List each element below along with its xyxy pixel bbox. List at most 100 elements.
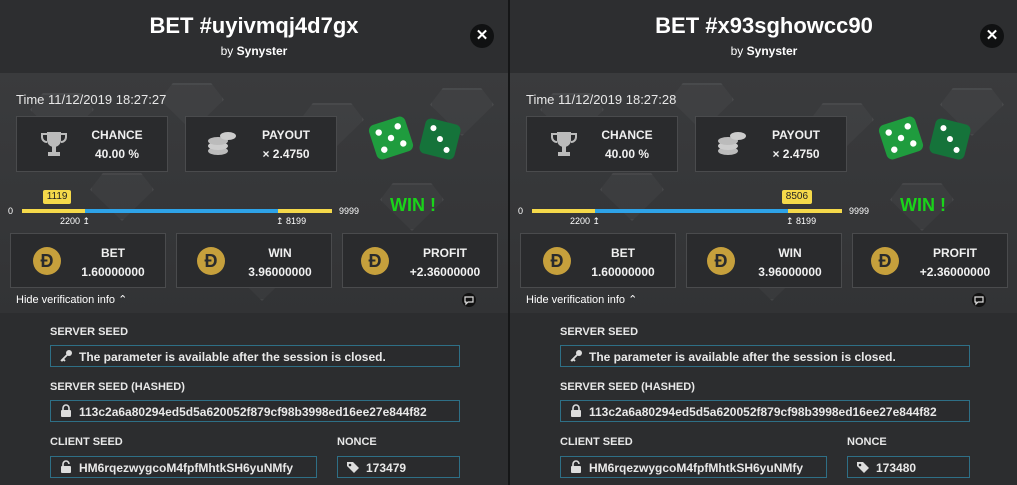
nonce-field[interactable]: 173479: [337, 456, 460, 478]
client-seed-label: CLIENT SEED: [560, 436, 633, 448]
payout-label: PAYOUT: [771, 128, 820, 142]
server-seed-field[interactable]: The parameter is available after the ses…: [560, 345, 970, 367]
bet-author-line: by Synyster: [0, 44, 508, 58]
range-high-marker: ↥ 8199: [276, 216, 307, 226]
server-seed-value: The parameter is available after the ses…: [589, 350, 896, 364]
verification-toggle-label: Hide verification info: [16, 294, 116, 306]
server-seed-field[interactable]: The parameter is available after the ses…: [50, 345, 460, 367]
bet-title: BET #uyivmqj4d7gx: [149, 13, 359, 38]
bet-modal-right: BET #x93sghowcc90 by Synyster ✕ Time 11/…: [510, 0, 1017, 485]
bet-label: BET: [611, 246, 635, 260]
trophy-icon: [41, 132, 67, 156]
bet-label: BET: [101, 246, 125, 260]
tag-icon: [347, 462, 359, 473]
chance-card: CHANCE 40.00 %: [16, 116, 168, 172]
range-high-marker: ↥ 8199: [786, 216, 817, 226]
dice-icon: [878, 116, 971, 160]
winning-range: [595, 209, 788, 213]
client-seed-field[interactable]: HM6rqezwygcoM4fpfMhtkSH6yuNMfy: [560, 456, 827, 478]
server-seed-hashed-field[interactable]: 113c2a6a80294ed5d5a620052f879cf98b3998ed…: [560, 400, 970, 422]
bet-value: 1.60000000: [81, 265, 145, 279]
range-min: 0: [8, 206, 14, 216]
dogecoin-icon: Ð: [361, 247, 389, 275]
roll-result-marker: 1119: [42, 190, 72, 204]
chance-label: CHANCE: [601, 128, 653, 142]
profit-value: +2.36000000: [919, 265, 991, 279]
bet-author-line: by Synyster: [510, 44, 1017, 58]
hide-verification-toggle[interactable]: Hide verification info ⌃: [526, 293, 637, 306]
chat-icon[interactable]: [972, 293, 986, 307]
close-button[interactable]: ✕: [470, 24, 494, 48]
win-label: WIN: [778, 246, 802, 260]
close-button[interactable]: ✕: [980, 24, 1004, 48]
nonce-value: 173480: [876, 461, 917, 475]
bet-author[interactable]: Synyster: [237, 44, 288, 58]
profit-card: Ð PROFIT +2.36000000: [852, 233, 1008, 288]
server-seed-hashed-value: 113c2a6a80294ed5d5a620052f879cf98b3998ed…: [79, 405, 427, 419]
by-label: by: [730, 44, 744, 58]
chat-icon[interactable]: [462, 293, 476, 307]
winning-range: [85, 209, 278, 213]
modal-header: BET #uyivmqj4d7gx by Synyster ✕: [0, 0, 508, 73]
bet-author[interactable]: Synyster: [747, 44, 798, 58]
unlock-icon: [61, 460, 71, 473]
server-seed-hashed-field[interactable]: 113c2a6a80294ed5d5a620052f879cf98b3998ed…: [50, 400, 460, 422]
client-seed-value: HM6rqezwygcoM4fpfMhtkSH6yuNMfy: [589, 461, 804, 475]
tag-icon: [857, 462, 869, 473]
bet-modal-left: BET #uyivmqj4d7gx by Synyster ✕ Time 11/…: [0, 0, 508, 485]
range-low-marker: 2200 ↥: [60, 216, 91, 226]
range-high: 8199: [286, 216, 307, 226]
nonce-label: NONCE: [337, 436, 377, 448]
server-seed-value: The parameter is available after the ses…: [79, 350, 386, 364]
key-icon: [60, 350, 72, 362]
profit-value: +2.36000000: [409, 265, 481, 279]
bet-time: Time 11/12/2019 18:27:27: [16, 92, 167, 107]
nonce-label: NONCE: [847, 436, 887, 448]
range-bar: [22, 209, 332, 213]
dogecoin-icon: Ð: [871, 247, 899, 275]
client-seed-label: CLIENT SEED: [50, 436, 123, 448]
dogecoin-icon: Ð: [197, 247, 225, 275]
hide-verification-toggle[interactable]: Hide verification info ⌃: [16, 293, 127, 306]
range-max: 9999: [339, 206, 360, 216]
server-seed-label: SERVER SEED: [50, 326, 129, 338]
roll-result-marker: 8506: [781, 190, 813, 204]
bet-card: Ð BET 1.60000000: [520, 233, 676, 288]
chance-card: CHANCE 40.00 %: [526, 116, 678, 172]
client-seed-value: HM6rqezwygcoM4fpfMhtkSH6yuNMfy: [79, 461, 294, 475]
payout-value: × 2.4750: [262, 147, 310, 161]
server-seed-hashed-label: SERVER SEED (HASHED): [560, 381, 695, 393]
lock-icon: [61, 404, 71, 417]
payout-value: × 2.4750: [772, 147, 820, 161]
range-min: 0: [518, 206, 524, 216]
profit-label: PROFIT: [933, 246, 977, 260]
coins-stack-icon: [718, 132, 746, 155]
nonce-field[interactable]: 173480: [847, 456, 970, 478]
range-high: 8199: [796, 216, 817, 226]
chevron-up-icon: ⌃: [628, 294, 638, 306]
range-low-marker: 2200 ↥: [570, 216, 601, 226]
modal-header: BET #x93sghowcc90 by Synyster ✕: [510, 0, 1017, 73]
range-max: 9999: [849, 206, 870, 216]
diamond-pattern: [90, 173, 154, 221]
bet-title: BET #x93sghowcc90: [655, 13, 873, 38]
trophy-icon: [551, 132, 577, 156]
server-seed-hashed-value: 113c2a6a80294ed5d5a620052f879cf98b3998ed…: [589, 405, 937, 419]
profit-label: PROFIT: [423, 246, 467, 260]
server-seed-hashed-label: SERVER SEED (HASHED): [50, 381, 185, 393]
win-value: 3.96000000: [758, 265, 822, 279]
client-seed-field[interactable]: HM6rqezwygcoM4fpfMhtkSH6yuNMfy: [50, 456, 317, 478]
range-low: 2200: [570, 216, 591, 226]
bet-card: Ð BET 1.60000000: [10, 233, 166, 288]
key-icon: [570, 350, 582, 362]
range-bar: [532, 209, 842, 213]
coins-stack-icon: [208, 132, 236, 155]
dice-icon: [368, 116, 461, 160]
result-label: WIN !: [900, 195, 946, 215]
lock-icon: [571, 404, 581, 417]
verification-toggle-label: Hide verification info: [526, 294, 626, 306]
bet-time: Time 11/12/2019 18:27:28: [526, 92, 677, 107]
unlock-icon: [571, 460, 581, 473]
result-label: WIN !: [390, 195, 436, 215]
profit-card: Ð PROFIT +2.36000000: [342, 233, 498, 288]
